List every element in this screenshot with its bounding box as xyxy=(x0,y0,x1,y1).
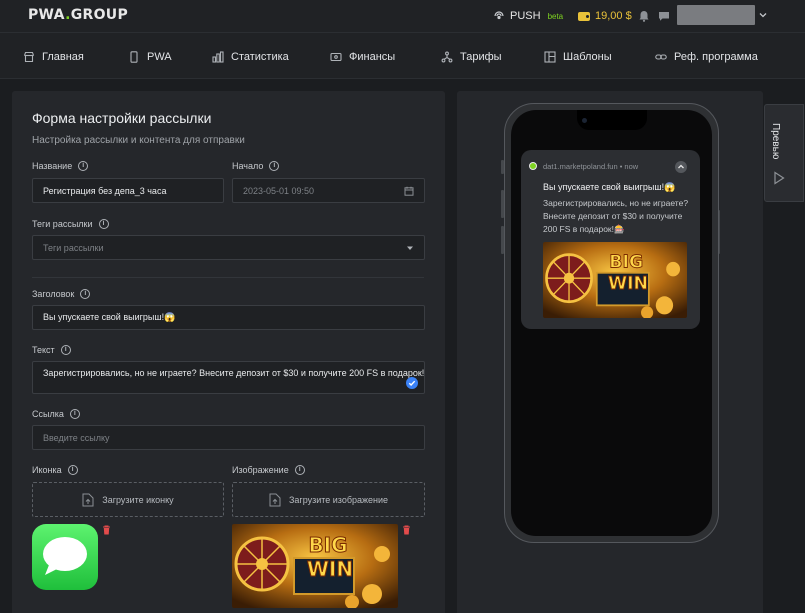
network-icon xyxy=(441,51,453,63)
phone-notch xyxy=(577,110,647,130)
image-label: Изображение i xyxy=(232,465,305,475)
uploaded-icon-preview xyxy=(32,524,98,590)
camera-icon xyxy=(582,118,587,123)
push-notification-preview: dat1.marketpoland.fun • now Вы упускаете… xyxy=(521,150,700,329)
svg-text:BIG: BIG xyxy=(609,252,643,272)
start-label: Начало i xyxy=(232,161,280,171)
notification-image: BIG WIN xyxy=(543,242,687,318)
info-icon[interactable]: i xyxy=(78,161,89,171)
uploaded-image-preview: BIG WIN xyxy=(232,524,398,608)
svg-text:WIN: WIN xyxy=(307,557,353,581)
text-label: Текст i xyxy=(32,345,71,355)
calendar-icon[interactable] xyxy=(404,186,414,196)
heading-label: Заголовок i xyxy=(32,289,91,299)
preview-tab[interactable]: Превью xyxy=(764,104,804,202)
name-label: Название i xyxy=(32,161,89,171)
balance[interactable]: 19,00 $ xyxy=(578,10,632,22)
push-button[interactable]: PUSH beta xyxy=(493,10,563,22)
collapse-icon[interactable] xyxy=(675,161,687,173)
chevron-down-icon[interactable] xyxy=(758,10,768,20)
nav-item-finance[interactable]: Финансы xyxy=(330,51,395,63)
notification-text: Зарегистрировались, но не играете? Внеси… xyxy=(543,198,689,234)
trash-icon[interactable] xyxy=(102,525,111,535)
nav-item-templates[interactable]: Шаблоны xyxy=(544,51,612,63)
grammar-check-icon[interactable] xyxy=(406,377,418,389)
wallet-icon xyxy=(330,52,342,62)
text-textarea[interactable]: Зарегистрировались, но не играете? Внеси… xyxy=(32,361,425,394)
store-icon xyxy=(23,51,35,63)
name-input[interactable]: Регистрация без депа_3 часа xyxy=(32,178,224,203)
link-input[interactable]: Введите ссылку xyxy=(32,425,425,450)
info-icon[interactable]: i xyxy=(294,465,305,475)
form-subtitle: Настройка рассылки и контента для отправ… xyxy=(32,135,245,146)
info-icon[interactable]: i xyxy=(69,409,80,419)
info-icon[interactable]: i xyxy=(80,289,91,299)
start-date-input[interactable]: 2023-05-01 09:50 xyxy=(232,178,425,203)
upload-file-icon xyxy=(269,493,281,506)
wallet-icon xyxy=(578,11,590,21)
nav-item-pwa[interactable]: PWA xyxy=(128,51,172,63)
play-icon xyxy=(774,171,785,185)
link-label: Ссылка i xyxy=(32,409,80,419)
chat-icon[interactable] xyxy=(658,10,670,22)
caret-down-icon xyxy=(407,246,413,250)
message-bubble-icon xyxy=(43,537,87,575)
icon-upload-button[interactable]: Загрузите иконку xyxy=(32,482,224,517)
notification-title: Вы упускаете свой выигрыш!😱 xyxy=(543,182,676,192)
link-icon xyxy=(655,54,667,60)
svg-text:WIN: WIN xyxy=(608,274,648,294)
heading-input[interactable]: Вы упускаете свой выигрыш!😱 xyxy=(32,305,425,330)
info-icon[interactable]: i xyxy=(269,161,280,171)
nav-item-home[interactable]: Главная xyxy=(23,51,84,63)
image-upload-button[interactable]: Загрузите изображение xyxy=(232,482,425,517)
form-title: Форма настройки рассылки xyxy=(32,110,212,126)
bar-chart-icon xyxy=(212,51,224,63)
tags-label: Теги рассылки i xyxy=(32,219,109,229)
template-icon xyxy=(544,51,556,63)
upload-file-icon xyxy=(82,493,94,506)
broadcast-icon xyxy=(494,11,504,20)
app-icon xyxy=(529,162,537,170)
tags-select[interactable]: Теги рассылки xyxy=(32,235,425,260)
nav-item-tariffs[interactable]: Тарифы xyxy=(441,51,502,63)
notification-source: dat1.marketpoland.fun • now xyxy=(543,162,639,171)
nav-item-referral[interactable]: Реф. программа xyxy=(655,51,758,63)
user-account[interactable] xyxy=(677,5,755,25)
big-win-banner-image: BIG WIN xyxy=(232,524,398,608)
svg-text:BIG: BIG xyxy=(308,533,347,557)
logo[interactable]: PWA.GROUP xyxy=(28,7,128,23)
info-icon[interactable]: i xyxy=(60,345,71,355)
phone-icon xyxy=(130,51,138,63)
main-nav: Главная PWA Статистика Финансы Тарифы Ша… xyxy=(0,33,805,79)
info-icon[interactable]: i xyxy=(67,465,78,475)
icon-label: Иконка i xyxy=(32,465,78,475)
big-win-banner-image: BIG WIN xyxy=(543,242,687,318)
divider xyxy=(32,277,424,278)
top-bar: PWA.GROUP PUSH beta 19,00 $ xyxy=(0,0,805,33)
bell-icon[interactable] xyxy=(638,10,650,22)
nav-item-statistics[interactable]: Статистика xyxy=(212,51,289,63)
info-icon[interactable]: i xyxy=(98,219,109,229)
trash-icon[interactable] xyxy=(402,525,411,535)
broadcast-form-panel: Форма настройки рассылки Настройка рассы… xyxy=(12,91,445,613)
